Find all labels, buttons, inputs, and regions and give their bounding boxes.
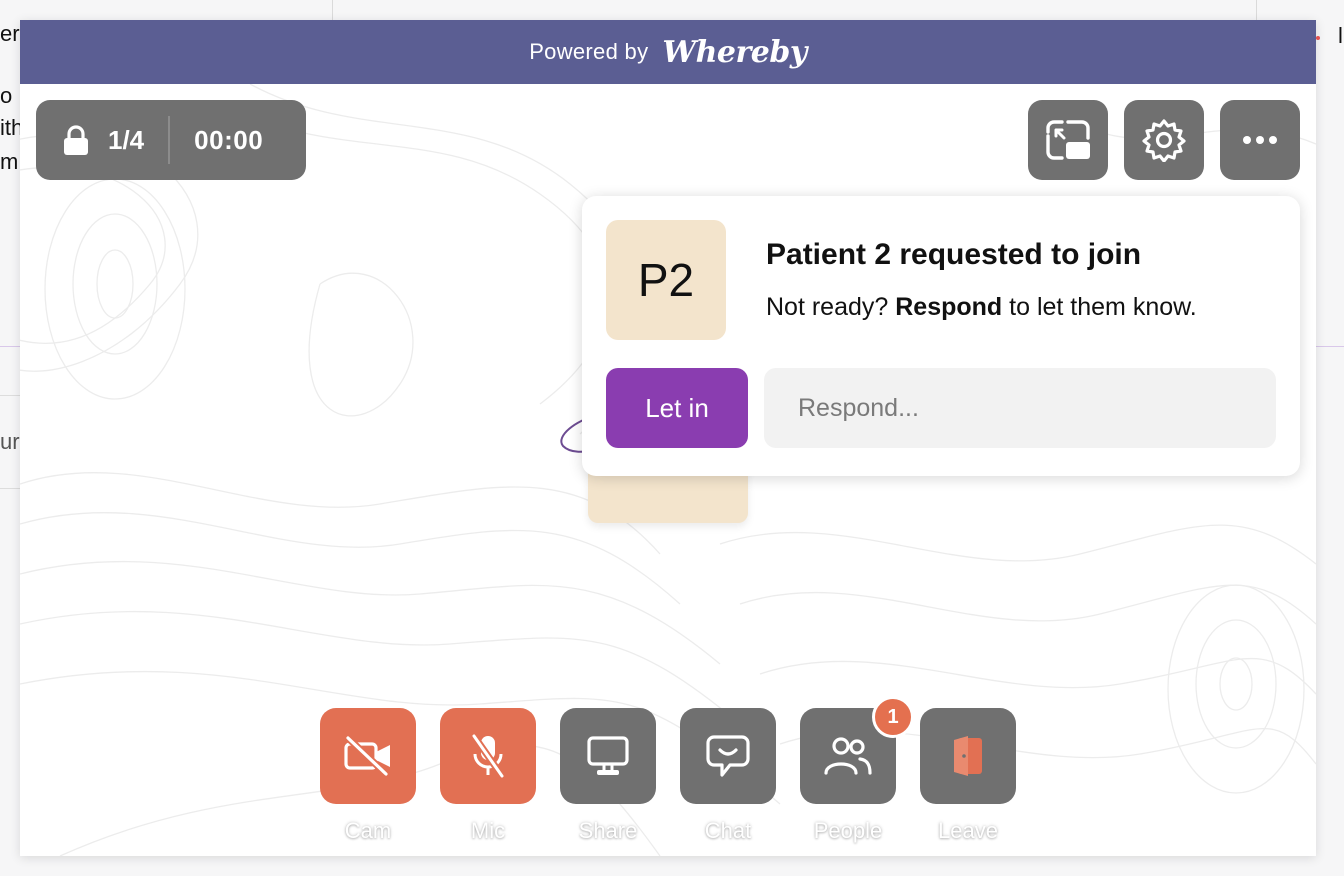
mic-label: Mic [470, 818, 506, 843]
mic-off-icon [470, 732, 506, 780]
whereby-logo: Whereby [662, 34, 807, 70]
participant-count: 1/4 [108, 124, 145, 155]
powered-by-text: Powered by [529, 39, 649, 64]
call-timer: 00:00 [194, 124, 264, 155]
host-divider [0, 395, 20, 396]
mic-toggle-button[interactable] [440, 708, 536, 804]
picture-in-picture-button[interactable] [1028, 100, 1108, 180]
more-options-button[interactable] [1220, 100, 1300, 180]
host-text-fragment: ur [0, 429, 20, 454]
let-in-button[interactable]: Let in [606, 368, 748, 448]
leave-door-icon [954, 736, 982, 776]
host-text-fragment: er [0, 21, 20, 46]
host-divider [332, 0, 333, 20]
leave-label: Leave [938, 818, 998, 843]
share-label: Share [578, 818, 638, 843]
host-text-fragment: l [1338, 23, 1343, 48]
subtitle-suffix: to let them know. [1009, 293, 1197, 321]
people-icon [824, 737, 872, 775]
host-divider [0, 346, 20, 347]
settings-icon [1142, 119, 1186, 162]
chat-label: Chat [704, 818, 752, 843]
respond-input[interactable] [764, 368, 1276, 448]
chat-button[interactable] [680, 708, 776, 804]
camera-off-icon [344, 736, 390, 776]
lock-icon [64, 125, 88, 155]
people-notification-badge: 1 [872, 696, 914, 738]
subtitle-prefix: Not ready? [766, 293, 889, 321]
people-label: People [813, 818, 883, 843]
camera-toggle-button[interactable] [320, 708, 416, 804]
settings-button[interactable] [1124, 100, 1204, 180]
picture-in-picture-icon [1046, 120, 1090, 160]
host-divider [1316, 346, 1344, 347]
powered-by-banner: Powered by Whereby [20, 20, 1316, 84]
host-divider [0, 488, 20, 489]
pill-divider [168, 116, 171, 164]
more-options-icon [1243, 136, 1277, 144]
host-divider [1256, 0, 1257, 20]
host-text-fragment: m [0, 149, 19, 174]
room-info-pill[interactable]: 1/4 00:00 [36, 100, 306, 180]
subtitle-bold: Respond [895, 293, 1003, 321]
join-request-popup: P2 Patient 2 requested to join Not ready… [582, 196, 1300, 476]
leave-button[interactable] [920, 708, 1016, 804]
host-red-dot [1316, 36, 1320, 40]
chat-icon [706, 735, 750, 777]
host-text-fragment: o [0, 83, 13, 108]
share-screen-button[interactable] [560, 708, 656, 804]
video-call-embed: Powered by Whereby 1/4 00:00 P2 Patient … [20, 20, 1316, 856]
join-request-title: Patient 2 requested to join [766, 238, 1142, 271]
cam-label: Cam [344, 818, 392, 843]
requester-avatar: P2 [606, 220, 726, 340]
join-request-subtitle: Not ready? Respond to let them know. [766, 293, 1197, 322]
screen-share-icon [587, 736, 629, 775]
